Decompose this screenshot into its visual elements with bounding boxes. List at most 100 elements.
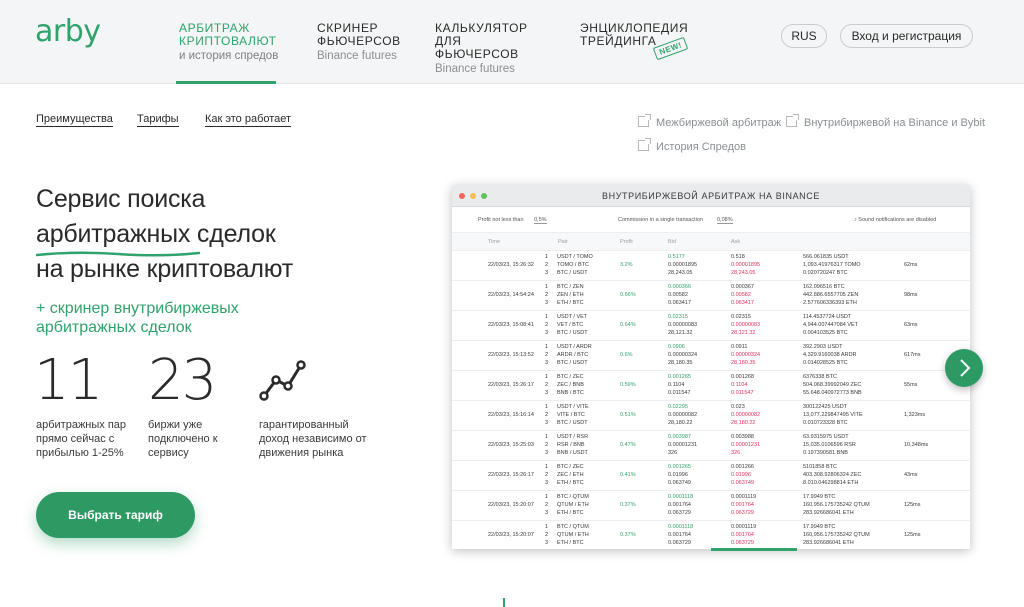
- row-step-number: 3: [545, 540, 549, 546]
- arby-logo[interactable]: arby: [35, 14, 101, 49]
- row-pair: QTUM / ETH: [557, 502, 589, 508]
- row-pair: BTC / ZEC: [557, 374, 584, 380]
- row-latency: 43ms: [904, 472, 918, 478]
- stat-pairs-desc-line: арбитражных пар: [36, 419, 127, 431]
- external-link-icon: [638, 114, 651, 127]
- subnav-how-it-works[interactable]: Как это работает: [205, 113, 292, 127]
- row-pair: USDT / VITE: [557, 404, 589, 410]
- carousel-next-button[interactable]: [945, 349, 983, 387]
- link-intraexchange-binance-bybit[interactable]: Внутрибиржевой на Binance и Bybit: [786, 114, 985, 129]
- row-ask: 0.0001119: [731, 524, 757, 530]
- login-register-button[interactable]: Вход и регистрация: [840, 24, 973, 48]
- row-volume: 17.9949 BTC: [803, 494, 836, 500]
- row-bid: 0.011547: [668, 390, 691, 396]
- row-step-number: 3: [545, 270, 549, 276]
- table-row: 22/03/23, 15:26:17 0.41% 43ms 1 BTC / ZEC 0.0…: [452, 461, 970, 491]
- hero-title-line3: на рынке криптовалют: [36, 255, 293, 283]
- row-time: 22/03/23, 15:08:41: [488, 322, 534, 328]
- row-ask: 28,243.05: [731, 270, 756, 276]
- row-latency: 10,348ms: [904, 442, 929, 448]
- row-volume: 160,956.175735242 QTUM: [803, 532, 870, 538]
- row-bid: 28,180.35: [668, 360, 693, 366]
- filter-commission-label: Commission in a single transaction: [618, 217, 703, 223]
- nav-futures-calculator[interactable]: КАЛЬКУЛЯТОР ДЛЯ ФЬЮЧЕРСОВ Binance future…: [435, 22, 545, 76]
- row-volume: 283.926686041 ETH: [803, 510, 854, 516]
- nav-arbitrage[interactable]: АРБИТРАЖ КРИПТОВАЛЮТ и история спредов: [179, 22, 289, 63]
- row-ask: 326: [731, 450, 741, 456]
- row-bid: 0.00000324: [668, 352, 698, 358]
- scroll-hint-line: [503, 598, 505, 607]
- row-volume: 283.926686041 ETH: [803, 540, 854, 546]
- preview-title: ВНУТРИБИРЖЕВОЙ АРБИТРАЖ НА BINANCE: [602, 191, 820, 201]
- row-pair: ETH / BTC: [557, 300, 584, 306]
- row-bid: 28,243.05: [668, 270, 693, 276]
- table-row: 22/03/23, 15:26:32 3.2% 62ms 1 USDT / TOMO 0.…: [452, 251, 970, 281]
- table-row: 22/03/23, 15:26:17 0.59% 55ms 1 BTC / ZEC 0.0…: [452, 371, 970, 401]
- col-ask: Ask: [731, 239, 741, 245]
- link-spread-history[interactable]: История Спредов: [638, 138, 746, 153]
- row-profit: 0.47%: [620, 442, 636, 448]
- choose-plan-button[interactable]: Выбрать тариф: [36, 492, 195, 538]
- link-interexchange-arbitrage[interactable]: Межбиржевой арбитраж: [638, 114, 781, 129]
- col-pair: Pair: [558, 239, 568, 245]
- row-volume: 1,093.41976317 TOMO: [803, 262, 861, 268]
- row-step-number: 2: [545, 412, 549, 418]
- row-volume: 0.020720247 BTC: [803, 270, 848, 276]
- language-switch-button[interactable]: RUS: [781, 24, 827, 48]
- nav-futures-screener-sub: Binance futures: [317, 50, 397, 62]
- row-bid: 0.1104: [668, 382, 685, 388]
- row-ask: 0.000367: [731, 284, 754, 290]
- preview-window-titlebar: ВНУТРИБИРЖЕВОЙ АРБИТРАЖ НА BINANCE: [452, 185, 970, 207]
- stat-exchanges-count: 23: [148, 348, 217, 413]
- row-pair: BNB / BTC: [557, 390, 584, 396]
- row-latency: 125ms: [904, 502, 921, 508]
- row-pair: BTC / USDT: [557, 420, 588, 426]
- row-volume: 0.197390581 BNB: [803, 450, 848, 456]
- row-time: 22/03/23, 15:26:17: [488, 472, 534, 478]
- row-profit: 0.37%: [620, 502, 636, 508]
- sound-notification-label: Sound notifications are disabled: [858, 217, 937, 223]
- row-pair: BTC / USDT: [557, 330, 588, 336]
- row-volume: 300122425 USDT: [803, 404, 848, 410]
- row-bid: 0.02295: [668, 404, 688, 410]
- row-ask: 0.0001119: [731, 494, 757, 500]
- nav-arbitrage-title: АРБИТРАЖ КРИПТОВАЛЮТ: [179, 21, 277, 48]
- row-ask: 0.001764: [731, 532, 754, 538]
- subnav-pricing[interactable]: Тарифы: [137, 113, 179, 127]
- row-pair: VITE / BTC: [557, 412, 585, 418]
- row-time: 22/03/23, 15:20:07: [488, 532, 534, 538]
- row-step-number: 3: [545, 360, 549, 366]
- row-volume: 6376338 BTC: [803, 374, 837, 380]
- nav-futures-screener[interactable]: СКРИНЕР ФЬЮЧЕРСОВ Binance futures: [317, 22, 402, 63]
- table-row: 22/03/23, 15:08:41 0.64% 63ms 1 USDT / VET 0.…: [452, 311, 970, 341]
- row-pair: USDT / TOMO: [557, 254, 593, 260]
- row-pair: ZEC / ETH: [557, 472, 584, 478]
- row-bid: 0.0001118: [668, 494, 694, 500]
- row-ask: 0.063729: [731, 510, 754, 516]
- row-time: 22/03/23, 15:26:32: [488, 262, 534, 268]
- table-row: 22/03/23, 15:25:03 0.47% 10,348ms 1 USDT / R…: [452, 431, 970, 461]
- row-ask: 0.00001231: [731, 442, 761, 448]
- table-row: 22/03/23, 15:13:52 0.6% 617ms 1 USDT / ARDR 0…: [452, 341, 970, 371]
- row-step-number: 3: [545, 450, 549, 456]
- row-step-number: 2: [545, 502, 549, 508]
- row-bid: 28,180.22: [668, 420, 693, 426]
- row-profit: 0.66%: [620, 292, 636, 298]
- row-bid: 0.00001231: [668, 442, 698, 448]
- row-step-number: 1: [545, 344, 549, 350]
- stat-exchanges-desc-line: подключено к: [148, 433, 218, 445]
- row-step-number: 3: [545, 480, 549, 486]
- row-pair: BTC / ZEC: [557, 464, 584, 470]
- row-bid: 0.063749: [668, 480, 691, 486]
- row-bid: 0.00000082: [668, 412, 698, 418]
- nav-futures-calculator-title: КАЛЬКУЛЯТОР ДЛЯ ФЬЮЧЕРСОВ: [435, 21, 528, 61]
- hero-title-line1: Сервис поиска: [36, 185, 206, 213]
- row-volume: 8.010.046298814 ETH: [803, 480, 859, 486]
- row-time: 22/03/23, 14:54:24: [488, 292, 534, 298]
- subnav-advantages[interactable]: Преимущества: [36, 113, 113, 127]
- row-step-number: 1: [545, 524, 549, 530]
- row-volume: 63.9315975 USDT: [803, 434, 849, 440]
- row-step-number: 3: [545, 390, 549, 396]
- row-pair: BTC / USDT: [557, 270, 588, 276]
- row-step-number: 2: [545, 472, 549, 478]
